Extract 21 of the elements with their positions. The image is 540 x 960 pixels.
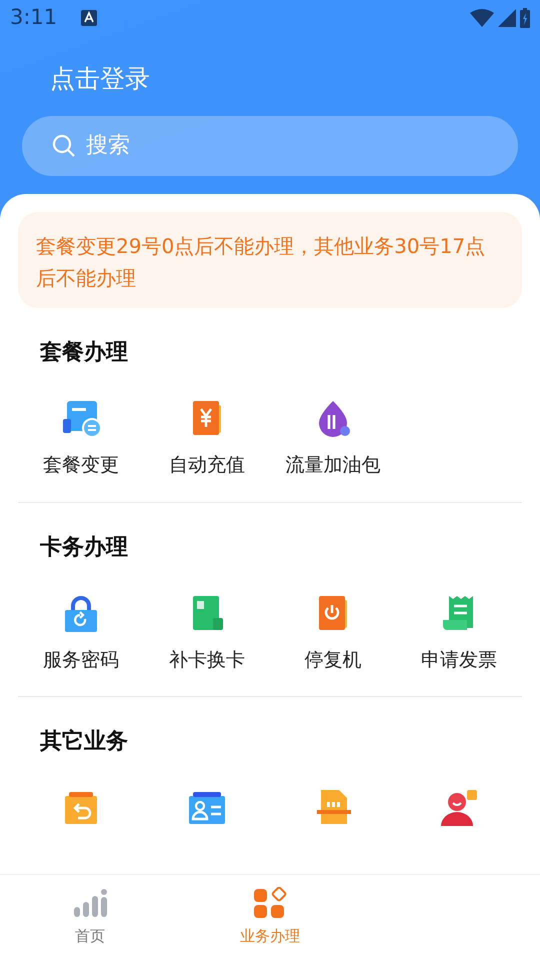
signal-icon <box>498 9 516 27</box>
keyboard-icon <box>81 10 98 26</box>
grid-shapes-icon <box>252 887 288 920</box>
document-swap-icon <box>61 399 101 439</box>
service-item[interactable]: 服务密码 <box>18 594 144 674</box>
wifi-icon <box>470 9 494 27</box>
service-item[interactable]: 申请发票 <box>396 594 522 674</box>
section-title: 其它业务 <box>40 728 128 756</box>
service-item[interactable]: 流量加油包 <box>270 399 396 480</box>
service-item[interactable]: 自动充值 <box>144 399 270 480</box>
section-title: 套餐办理 <box>40 339 128 367</box>
battery-icon <box>520 8 530 28</box>
section-title: 卡务办理 <box>40 534 128 562</box>
nav-tab[interactable]: 首页 <box>0 875 180 960</box>
signal-bars-icon <box>72 887 108 920</box>
service-item[interactable]: 补卡换卡 <box>144 594 270 674</box>
service-item[interactable]: 套餐变更 <box>18 399 144 480</box>
status-time: 3:11 <box>10 4 58 32</box>
notice-text: 套餐变更29号0点后不能办理，其他业务30号17点后不能办理 <box>18 212 522 308</box>
search-icon <box>52 134 76 158</box>
service-item[interactable]: 停复机 <box>270 594 396 674</box>
